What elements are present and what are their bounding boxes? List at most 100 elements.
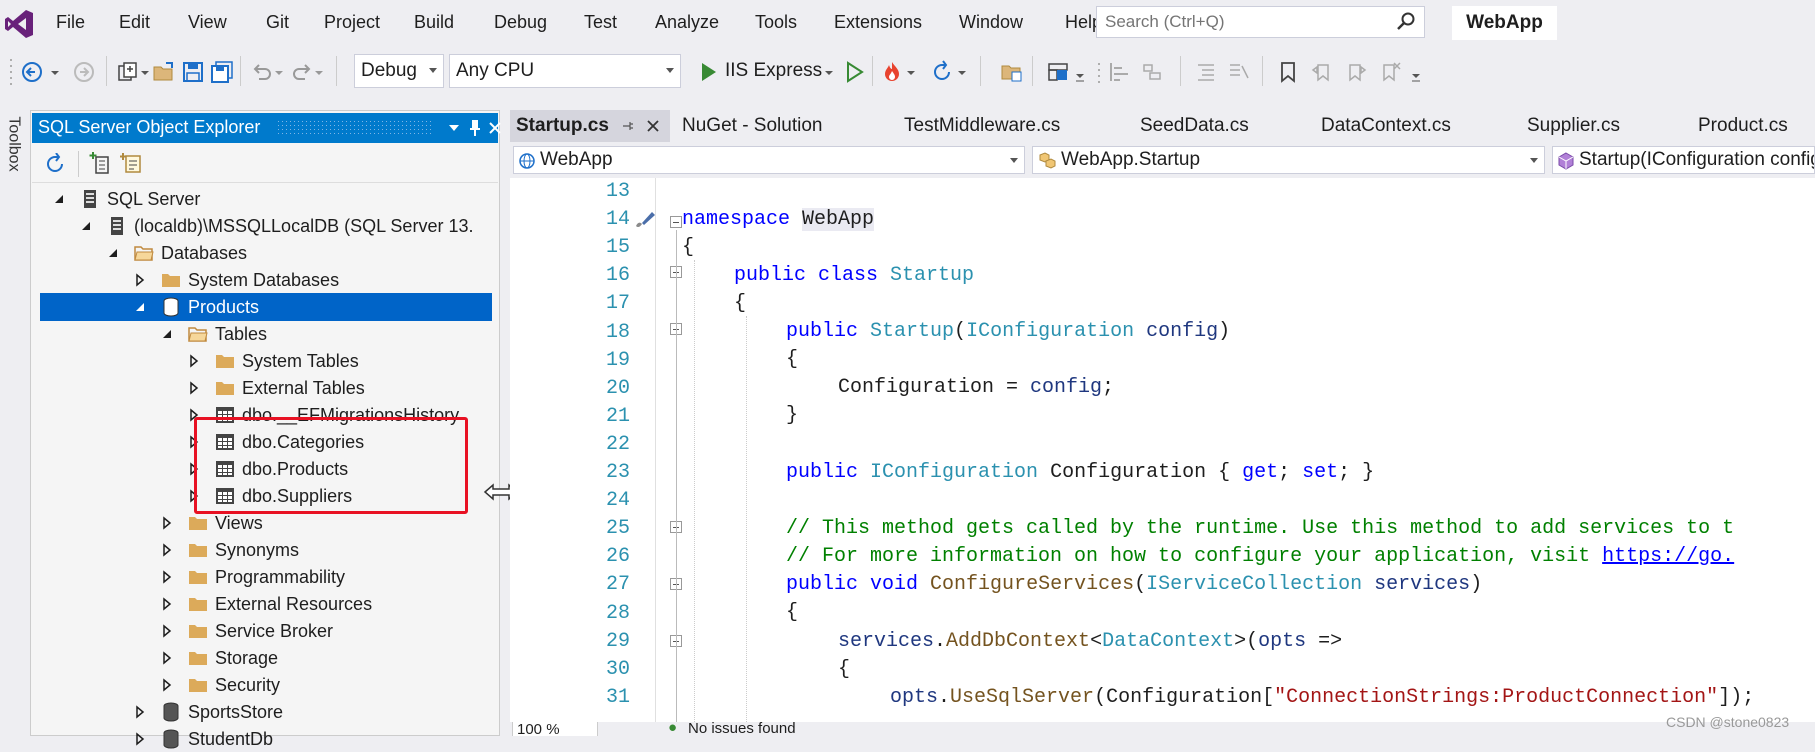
close-icon[interactable] xyxy=(646,119,660,133)
code-hyperlink[interactable]: https://go. xyxy=(1602,545,1734,568)
comment-lines-icon[interactable] xyxy=(1194,60,1218,84)
close-icon[interactable] xyxy=(488,121,502,135)
previous-bookmark-icon[interactable] xyxy=(1310,60,1334,84)
tab-testmiddleware-cs[interactable]: TestMiddleware.cs xyxy=(904,110,1060,142)
collapsed-arrow-icon[interactable] xyxy=(160,672,176,698)
save-icon[interactable] xyxy=(181,60,205,84)
bookmark-icon[interactable] xyxy=(1276,60,1300,84)
redo-icon[interactable] xyxy=(290,60,314,84)
collapsed-arrow-icon[interactable] xyxy=(160,591,176,617)
pin-icon[interactable] xyxy=(622,120,634,132)
window-position-dropdown-icon[interactable] xyxy=(448,122,460,134)
undo-dropdown-icon[interactable] xyxy=(274,60,284,84)
tree-item[interactable]: Synonyms xyxy=(0,537,495,563)
tree-item[interactable]: SportsStore xyxy=(0,699,495,725)
collapsed-arrow-icon[interactable] xyxy=(133,699,149,725)
tree-item[interactable]: Security xyxy=(0,672,495,698)
member-scope-select[interactable]: Startup(IConfiguration config) xyxy=(1552,146,1815,174)
save-all-icon[interactable] xyxy=(210,60,234,84)
quick-actions-brush-icon[interactable] xyxy=(632,208,658,230)
search-icon[interactable] xyxy=(1396,11,1416,31)
add-sql-server-icon[interactable] xyxy=(88,151,112,175)
navigate-back-icon[interactable] xyxy=(20,60,44,84)
tab-startup-cs[interactable]: Startup.cs xyxy=(510,110,670,142)
type-scope-select[interactable]: WebApp.Startup xyxy=(1032,146,1545,174)
tree-item[interactable]: External Tables xyxy=(0,375,495,401)
toolbox-tab[interactable]: Toolbox xyxy=(5,116,23,171)
refresh-dropdown-icon[interactable] xyxy=(957,60,967,84)
navigate-forward-icon[interactable] xyxy=(72,60,96,84)
menu-debug[interactable]: Debug xyxy=(494,12,547,33)
tree-item[interactable]: Storage xyxy=(0,645,495,671)
next-bookmark-icon[interactable] xyxy=(1344,60,1368,84)
folder-browse-icon[interactable] xyxy=(1000,60,1024,84)
menu-window[interactable]: Window xyxy=(959,12,1023,33)
tab-seeddata-cs[interactable]: SeedData.cs xyxy=(1140,110,1249,142)
tab-product-cs[interactable]: Product.cs xyxy=(1698,110,1788,142)
expanded-arrow-icon[interactable] xyxy=(79,213,95,239)
redo-dropdown-icon[interactable] xyxy=(314,60,324,84)
menu-project[interactable]: Project xyxy=(324,12,380,33)
menu-extensions[interactable]: Extensions xyxy=(834,12,922,33)
menu-tools[interactable]: Tools xyxy=(755,12,797,33)
expanded-arrow-icon[interactable] xyxy=(133,294,149,320)
tree-item[interactable]: Service Broker xyxy=(0,618,495,644)
collapsed-arrow-icon[interactable] xyxy=(160,510,176,536)
tab-supplier-cs[interactable]: Supplier.cs xyxy=(1527,110,1620,142)
show-properties-icon[interactable] xyxy=(120,151,144,175)
clear-bookmarks-icon[interactable] xyxy=(1378,60,1402,84)
collapsed-arrow-icon[interactable] xyxy=(133,267,149,293)
visual-studio-logo-icon[interactable] xyxy=(4,8,34,40)
toolbar-overflow-icon[interactable] xyxy=(1410,60,1422,84)
collapsed-arrow-icon[interactable] xyxy=(133,726,149,752)
menu-file[interactable]: File xyxy=(56,12,85,33)
collapsed-arrow-icon[interactable] xyxy=(187,375,203,401)
menu-edit[interactable]: Edit xyxy=(119,12,150,33)
tab-nuget-solution[interactable]: NuGet - Solution xyxy=(682,110,822,142)
back-dropdown-icon[interactable] xyxy=(50,60,60,84)
pin-icon[interactable] xyxy=(468,119,482,137)
align-center-icon[interactable] xyxy=(1140,60,1164,84)
run-target-label[interactable]: IIS Express xyxy=(725,60,822,82)
new-item-dropdown-icon[interactable] xyxy=(140,60,150,84)
expanded-arrow-icon[interactable] xyxy=(106,240,122,266)
expanded-arrow-icon[interactable] xyxy=(52,186,68,212)
tree-item[interactable]: Tables xyxy=(0,321,495,347)
search-input[interactable] xyxy=(1097,7,1377,37)
tree-item[interactable]: SQL Server xyxy=(0,186,495,212)
start-without-debugging-icon[interactable] xyxy=(842,60,866,84)
menu-view[interactable]: View xyxy=(188,12,227,33)
hot-reload-dropdown-icon[interactable] xyxy=(906,60,916,84)
tree-item[interactable]: System Tables xyxy=(0,348,495,374)
tab-datacontext-cs[interactable]: DataContext.cs xyxy=(1321,110,1451,142)
toolbar-overflow-icon[interactable] xyxy=(1074,60,1086,84)
collapsed-arrow-icon[interactable] xyxy=(160,618,176,644)
refresh-icon[interactable] xyxy=(44,153,66,175)
menu-git[interactable]: Git xyxy=(266,12,289,33)
collapse-region-icon[interactable] xyxy=(670,216,682,228)
tree-item[interactable]: StudentDb xyxy=(0,726,495,752)
solution-configuration-select[interactable]: Debug xyxy=(354,54,444,88)
menu-analyze[interactable]: Analyze xyxy=(655,12,719,33)
collapsed-arrow-icon[interactable] xyxy=(160,645,176,671)
tree-item[interactable]: External Resources xyxy=(0,591,495,617)
explorer-title-bar[interactable]: SQL Server Object Explorer xyxy=(32,113,501,143)
uncomment-lines-icon[interactable] xyxy=(1226,60,1250,84)
tree-item[interactable]: Programmability xyxy=(0,564,495,590)
new-project-icon[interactable] xyxy=(116,60,140,84)
align-left-icon[interactable] xyxy=(1108,60,1132,84)
toolbar-grip-icon[interactable] xyxy=(1096,60,1106,84)
refresh-icon[interactable] xyxy=(930,60,954,84)
expanded-arrow-icon[interactable] xyxy=(160,321,176,347)
search-box[interactable] xyxy=(1096,6,1425,38)
solution-platform-select[interactable]: Any CPU xyxy=(449,54,681,88)
issues-status[interactable]: No issues found xyxy=(688,722,796,736)
tree-item[interactable]: Databases xyxy=(0,240,495,266)
tree-item[interactable]: System Databases xyxy=(0,267,495,293)
toolbar-grip-icon[interactable] xyxy=(8,54,18,94)
project-scope-select[interactable]: WebApp xyxy=(513,146,1025,174)
tree-item[interactable]: (localdb)\MSSQLLocalDB (SQL Server 13. xyxy=(0,213,495,239)
zoom-level[interactable]: 100 % xyxy=(512,722,598,736)
run-target-dropdown-icon[interactable] xyxy=(824,60,834,84)
menu-test[interactable]: Test xyxy=(584,12,617,33)
